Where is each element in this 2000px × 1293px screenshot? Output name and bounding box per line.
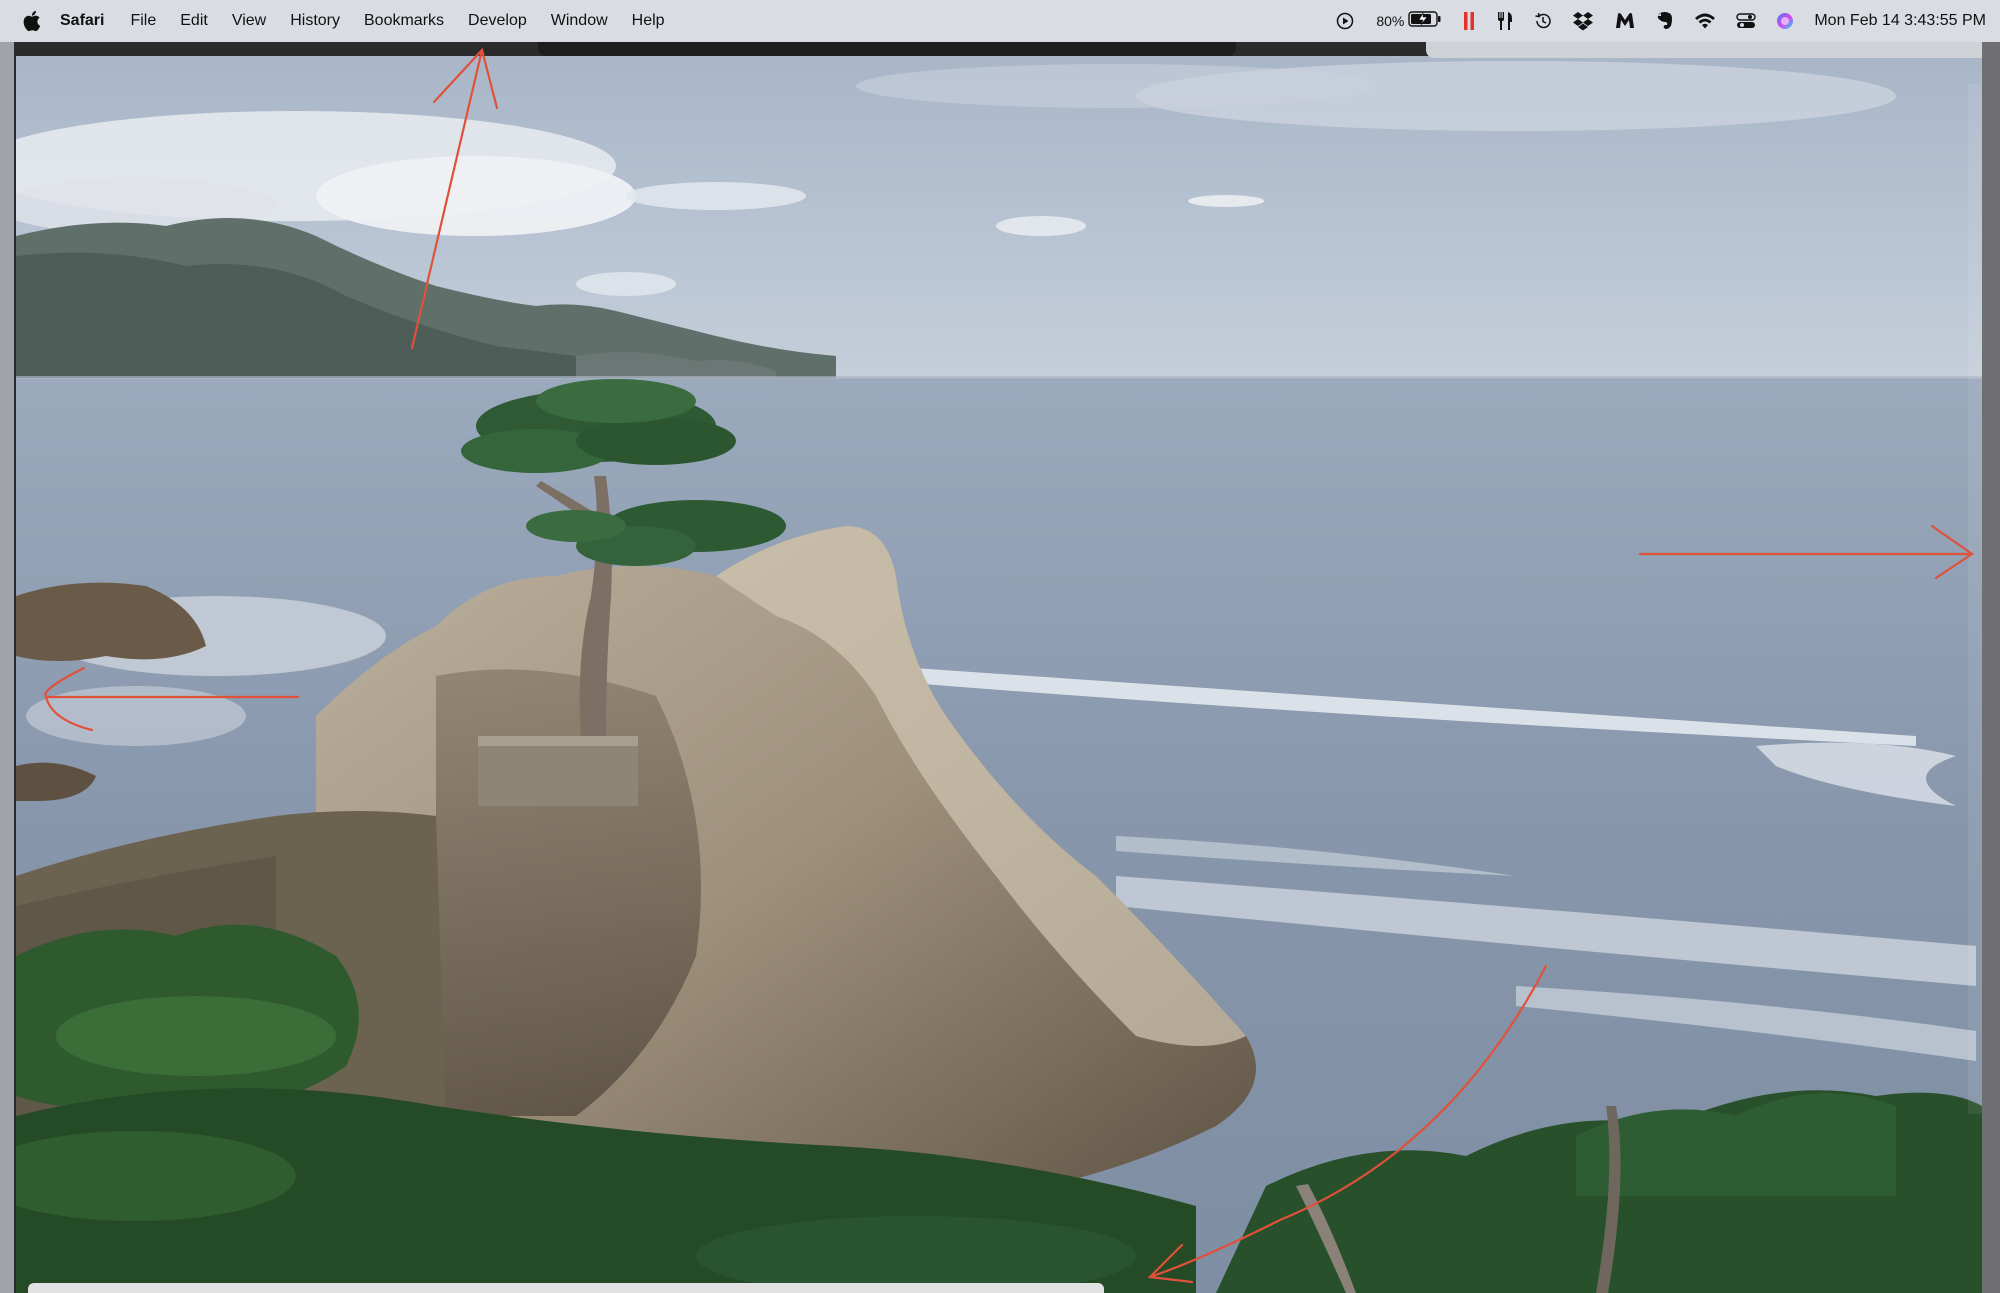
fork-knife-icon[interactable] [1496, 8, 1514, 34]
siri-icon[interactable] [1776, 8, 1794, 34]
image-viewer-window [14, 42, 1982, 1293]
apple-logo-icon[interactable] [20, 8, 42, 34]
wifi-icon[interactable] [1694, 8, 1716, 34]
malwarebytes-icon[interactable] [1614, 8, 1636, 34]
window-toolbar-overlay [538, 42, 1236, 56]
play-circle-icon[interactable] [1336, 8, 1354, 34]
menu-edit[interactable]: Edit [180, 12, 208, 30]
menu-view[interactable]: View [232, 12, 266, 30]
menu-develop[interactable]: Develop [468, 12, 527, 30]
menu-history[interactable]: History [290, 12, 340, 30]
menu-bar-status-area: 80% Mon Feb 14 3:43:55 PM [1316, 8, 1986, 34]
menu-window[interactable]: Window [551, 12, 608, 30]
dropbox-icon[interactable] [1572, 8, 1594, 34]
background-window-edge [1426, 42, 1982, 58]
battery-percent: 80% [1376, 13, 1405, 29]
menu-help[interactable]: Help [632, 12, 665, 30]
background-window-bottom-edge [28, 1283, 1104, 1293]
desktop-edge [0, 42, 14, 1293]
scrollbar-track[interactable] [1968, 84, 1982, 1114]
time-machine-icon[interactable] [1534, 8, 1552, 34]
pause-bars-icon[interactable] [1462, 8, 1476, 34]
evernote-icon[interactable] [1656, 8, 1674, 34]
menu-bar-clock[interactable]: Mon Feb 14 3:43:55 PM [1814, 12, 1986, 30]
menu-bar-left: Safari File Edit View History Bookmarks … [20, 8, 689, 34]
menu-app-name[interactable]: Safari [60, 12, 104, 30]
menu-bookmarks[interactable]: Bookmarks [364, 12, 444, 30]
landscape-photo [16, 56, 1982, 1293]
battery-icon [1408, 10, 1442, 32]
battery-status[interactable]: 80% [1376, 10, 1442, 32]
control-center-icon[interactable] [1736, 8, 1757, 34]
menu-bar: Safari File Edit View History Bookmarks … [0, 0, 2000, 42]
menu-file[interactable]: File [130, 12, 156, 30]
